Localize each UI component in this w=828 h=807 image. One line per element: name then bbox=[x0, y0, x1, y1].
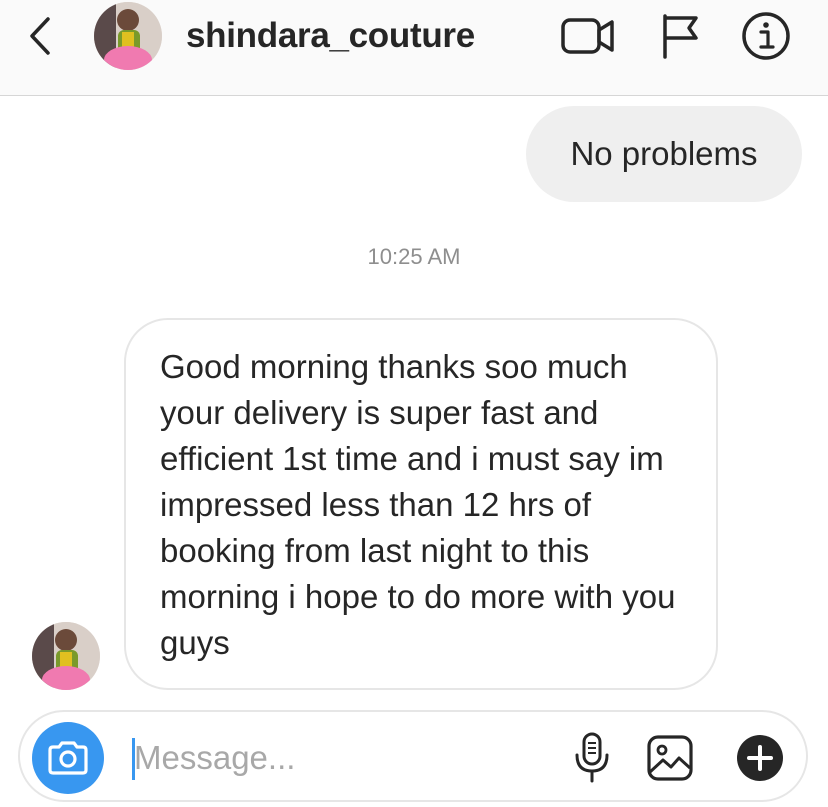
info-button[interactable] bbox=[738, 10, 794, 62]
more-options-button[interactable] bbox=[732, 730, 788, 786]
sender-avatar[interactable] bbox=[32, 622, 100, 690]
camera-icon bbox=[48, 741, 88, 775]
info-icon bbox=[742, 12, 790, 60]
received-message-text: Good morning thanks soo much your delive… bbox=[160, 348, 676, 661]
message-composer bbox=[18, 710, 808, 802]
sent-message-text: No problems bbox=[570, 135, 758, 172]
microphone-icon bbox=[575, 732, 609, 783]
received-message-bubble[interactable]: Good morning thanks soo much your delive… bbox=[124, 318, 718, 690]
chevron-left-icon bbox=[30, 17, 50, 55]
gallery-button[interactable] bbox=[642, 730, 698, 786]
video-call-button[interactable] bbox=[560, 10, 616, 62]
message-input[interactable] bbox=[134, 734, 534, 782]
video-camera-icon bbox=[561, 18, 614, 54]
image-gallery-icon bbox=[647, 735, 693, 781]
sent-message-bubble[interactable]: No problems bbox=[526, 106, 802, 202]
back-button[interactable] bbox=[20, 14, 60, 58]
plus-icon bbox=[737, 735, 783, 781]
message-timestamp: 10:25 AM bbox=[367, 244, 461, 269]
voice-message-button[interactable] bbox=[566, 730, 618, 786]
flag-icon bbox=[663, 14, 698, 59]
chat-header: shindara_couture bbox=[0, 0, 828, 96]
camera-button[interactable] bbox=[32, 722, 104, 794]
avatar[interactable] bbox=[94, 2, 162, 70]
chat-username[interactable]: shindara_couture bbox=[186, 14, 475, 58]
report-button[interactable] bbox=[652, 10, 708, 62]
